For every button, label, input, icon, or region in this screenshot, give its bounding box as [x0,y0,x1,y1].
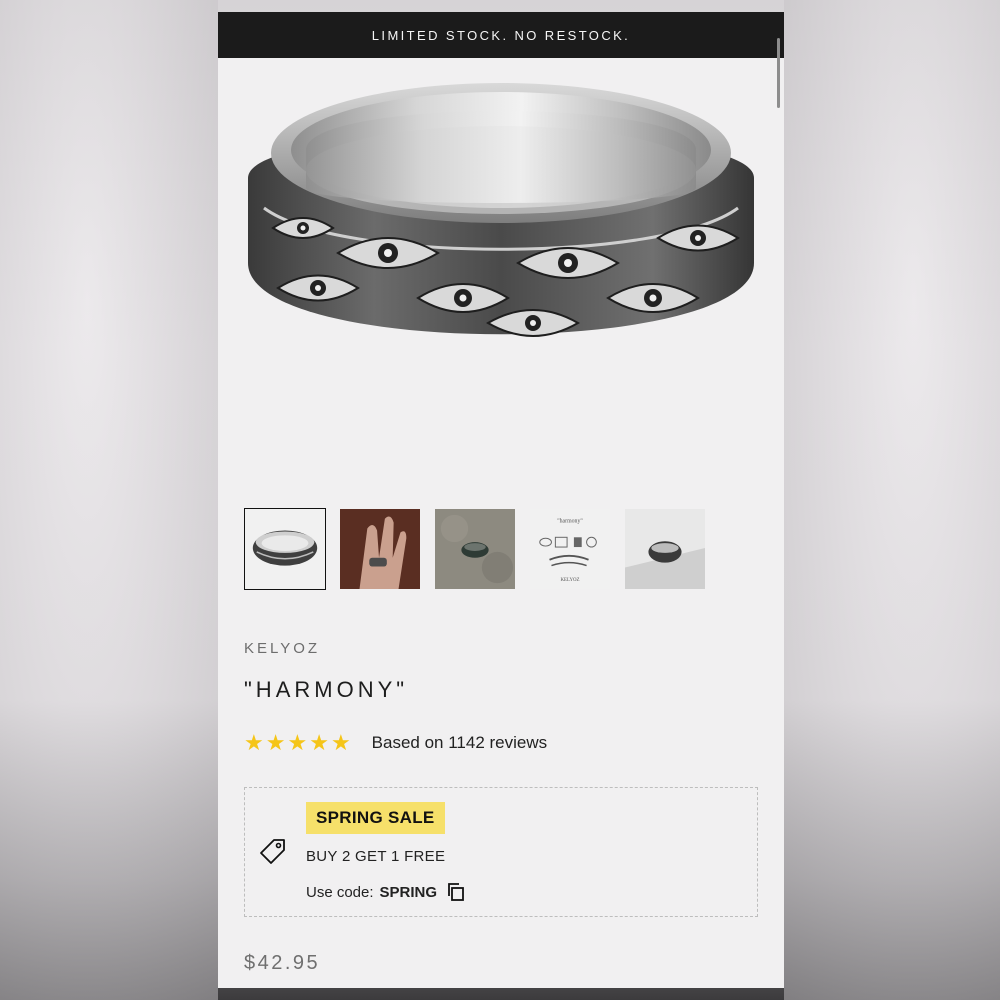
product-page: LIMITED STOCK. NO RESTOCK. "harmony" KEL… [218,12,784,988]
product-title: "HARMONY" [244,677,409,702]
diagram-caption-top: "harmony" [557,519,583,525]
promo-code-line: Use code: SPRING [306,882,466,902]
star-icon: ★ [309,730,329,755]
thumbnail-ring-on-stone[interactable] [434,508,516,590]
promo-box: SPRING SALE BUY 2 GET 1 FREE Use code: S… [244,787,758,917]
rating-summary[interactable]: ★ ★ ★ ★ ★ Based on 1142 reviews [244,732,547,754]
diagram-caption-bottom: KELYOZ [561,578,580,583]
star-icon: ★ [330,730,351,755]
code-label: Use code: [306,883,374,901]
star-icon: ★ [244,730,264,755]
blurred-backdrop-right [784,0,1000,1000]
copy-icon[interactable] [446,882,466,902]
announcement-bar: LIMITED STOCK. NO RESTOCK. [218,12,784,58]
star-icon: ★ [287,730,308,755]
thumbnail-ring-diagram[interactable]: "harmony" KELYOZ [529,508,611,590]
thumbnail-ring-on-hand[interactable] [339,508,421,590]
thumbnail-strip: "harmony" KELYOZ [244,508,706,590]
product-price: $42.95 [244,952,321,974]
blurred-backdrop-left [0,0,218,1000]
review-count[interactable]: Based on 1142 reviews [372,733,547,753]
star-rating: ★ ★ ★ ★ ★ [244,732,351,754]
sale-badge: SPRING SALE [306,802,445,834]
star-icon: ★ [265,730,286,755]
announcement-text: LIMITED STOCK. NO RESTOCK. [371,27,631,43]
offer-text: BUY 2 GET 1 FREE [306,848,446,865]
product-main-image[interactable] [218,58,784,498]
promo-code[interactable]: SPRING [380,884,438,901]
tag-icon [260,839,285,864]
thumbnail-ring-front[interactable] [244,508,326,590]
brand-name[interactable]: KELYOZ [244,640,320,657]
thumbnail-ring-studio[interactable] [624,508,706,590]
